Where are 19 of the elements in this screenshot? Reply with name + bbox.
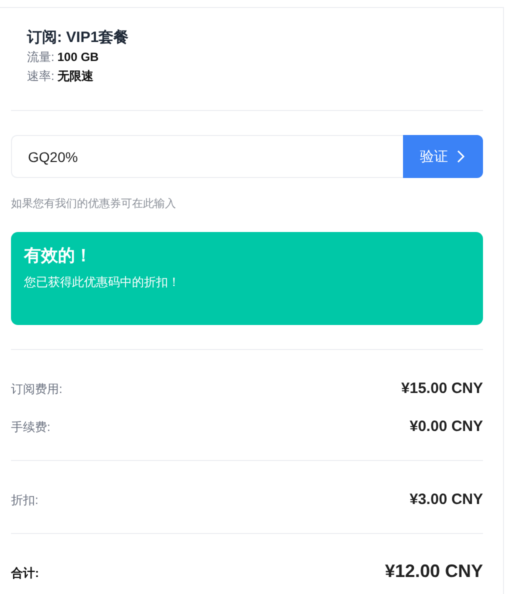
fee-label: 折扣: (11, 492, 38, 509)
spec-label: 流量: (27, 50, 54, 64)
chevron-right-icon (457, 150, 465, 163)
spec-value: 无限速 (57, 69, 94, 83)
fee-label: 订阅费用: (11, 381, 62, 398)
alert-message: 您已获得此优惠码中的折扣！ (24, 274, 181, 291)
coupon-input-field[interactable]: GQ20% (11, 135, 403, 178)
coupon-hint: 如果您有我们的优惠券可在此输入 (11, 196, 177, 211)
total-label: 合计: (11, 565, 39, 582)
fee-amount: ¥0.00 CNY (410, 417, 483, 437)
fee-amount: ¥3.00 CNY (410, 490, 483, 510)
verify-button[interactable]: 验证 (403, 135, 483, 178)
fee-label: 手续费: (11, 419, 50, 436)
plan-title: 订阅: VIP1套餐 (27, 28, 130, 48)
fee-amount: ¥15.00 CNY (401, 379, 483, 399)
spec-value: 100 GB (57, 50, 99, 64)
spec-label: 速率: (27, 69, 54, 83)
total-amount: ¥12.00 CNY (384, 560, 483, 583)
alert-title: 有效的！ (24, 245, 93, 267)
